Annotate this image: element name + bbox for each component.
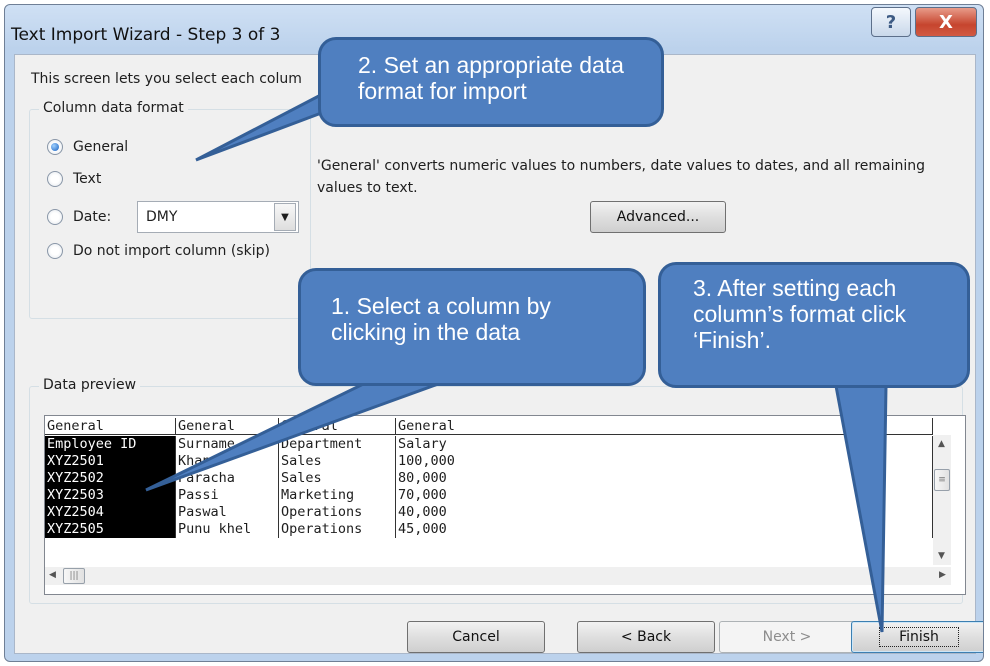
callout-1-pointer bbox=[145, 370, 444, 492]
callout-3-pointer bbox=[834, 384, 888, 633]
callout-set-format: 2. Set an appropriate data format for im… bbox=[318, 37, 664, 127]
callout-finish-text: 3. After setting each column’s format cl… bbox=[693, 275, 907, 353]
callout-set-format-text: 2. Set an appropriate data format for im… bbox=[358, 52, 624, 104]
callout-select-column-text: 1. Select a column by clicking in the da… bbox=[331, 293, 551, 345]
callout-select-column: 1. Select a column by clicking in the da… bbox=[298, 268, 646, 386]
callout-finish: 3. After setting each column’s format cl… bbox=[658, 262, 970, 388]
